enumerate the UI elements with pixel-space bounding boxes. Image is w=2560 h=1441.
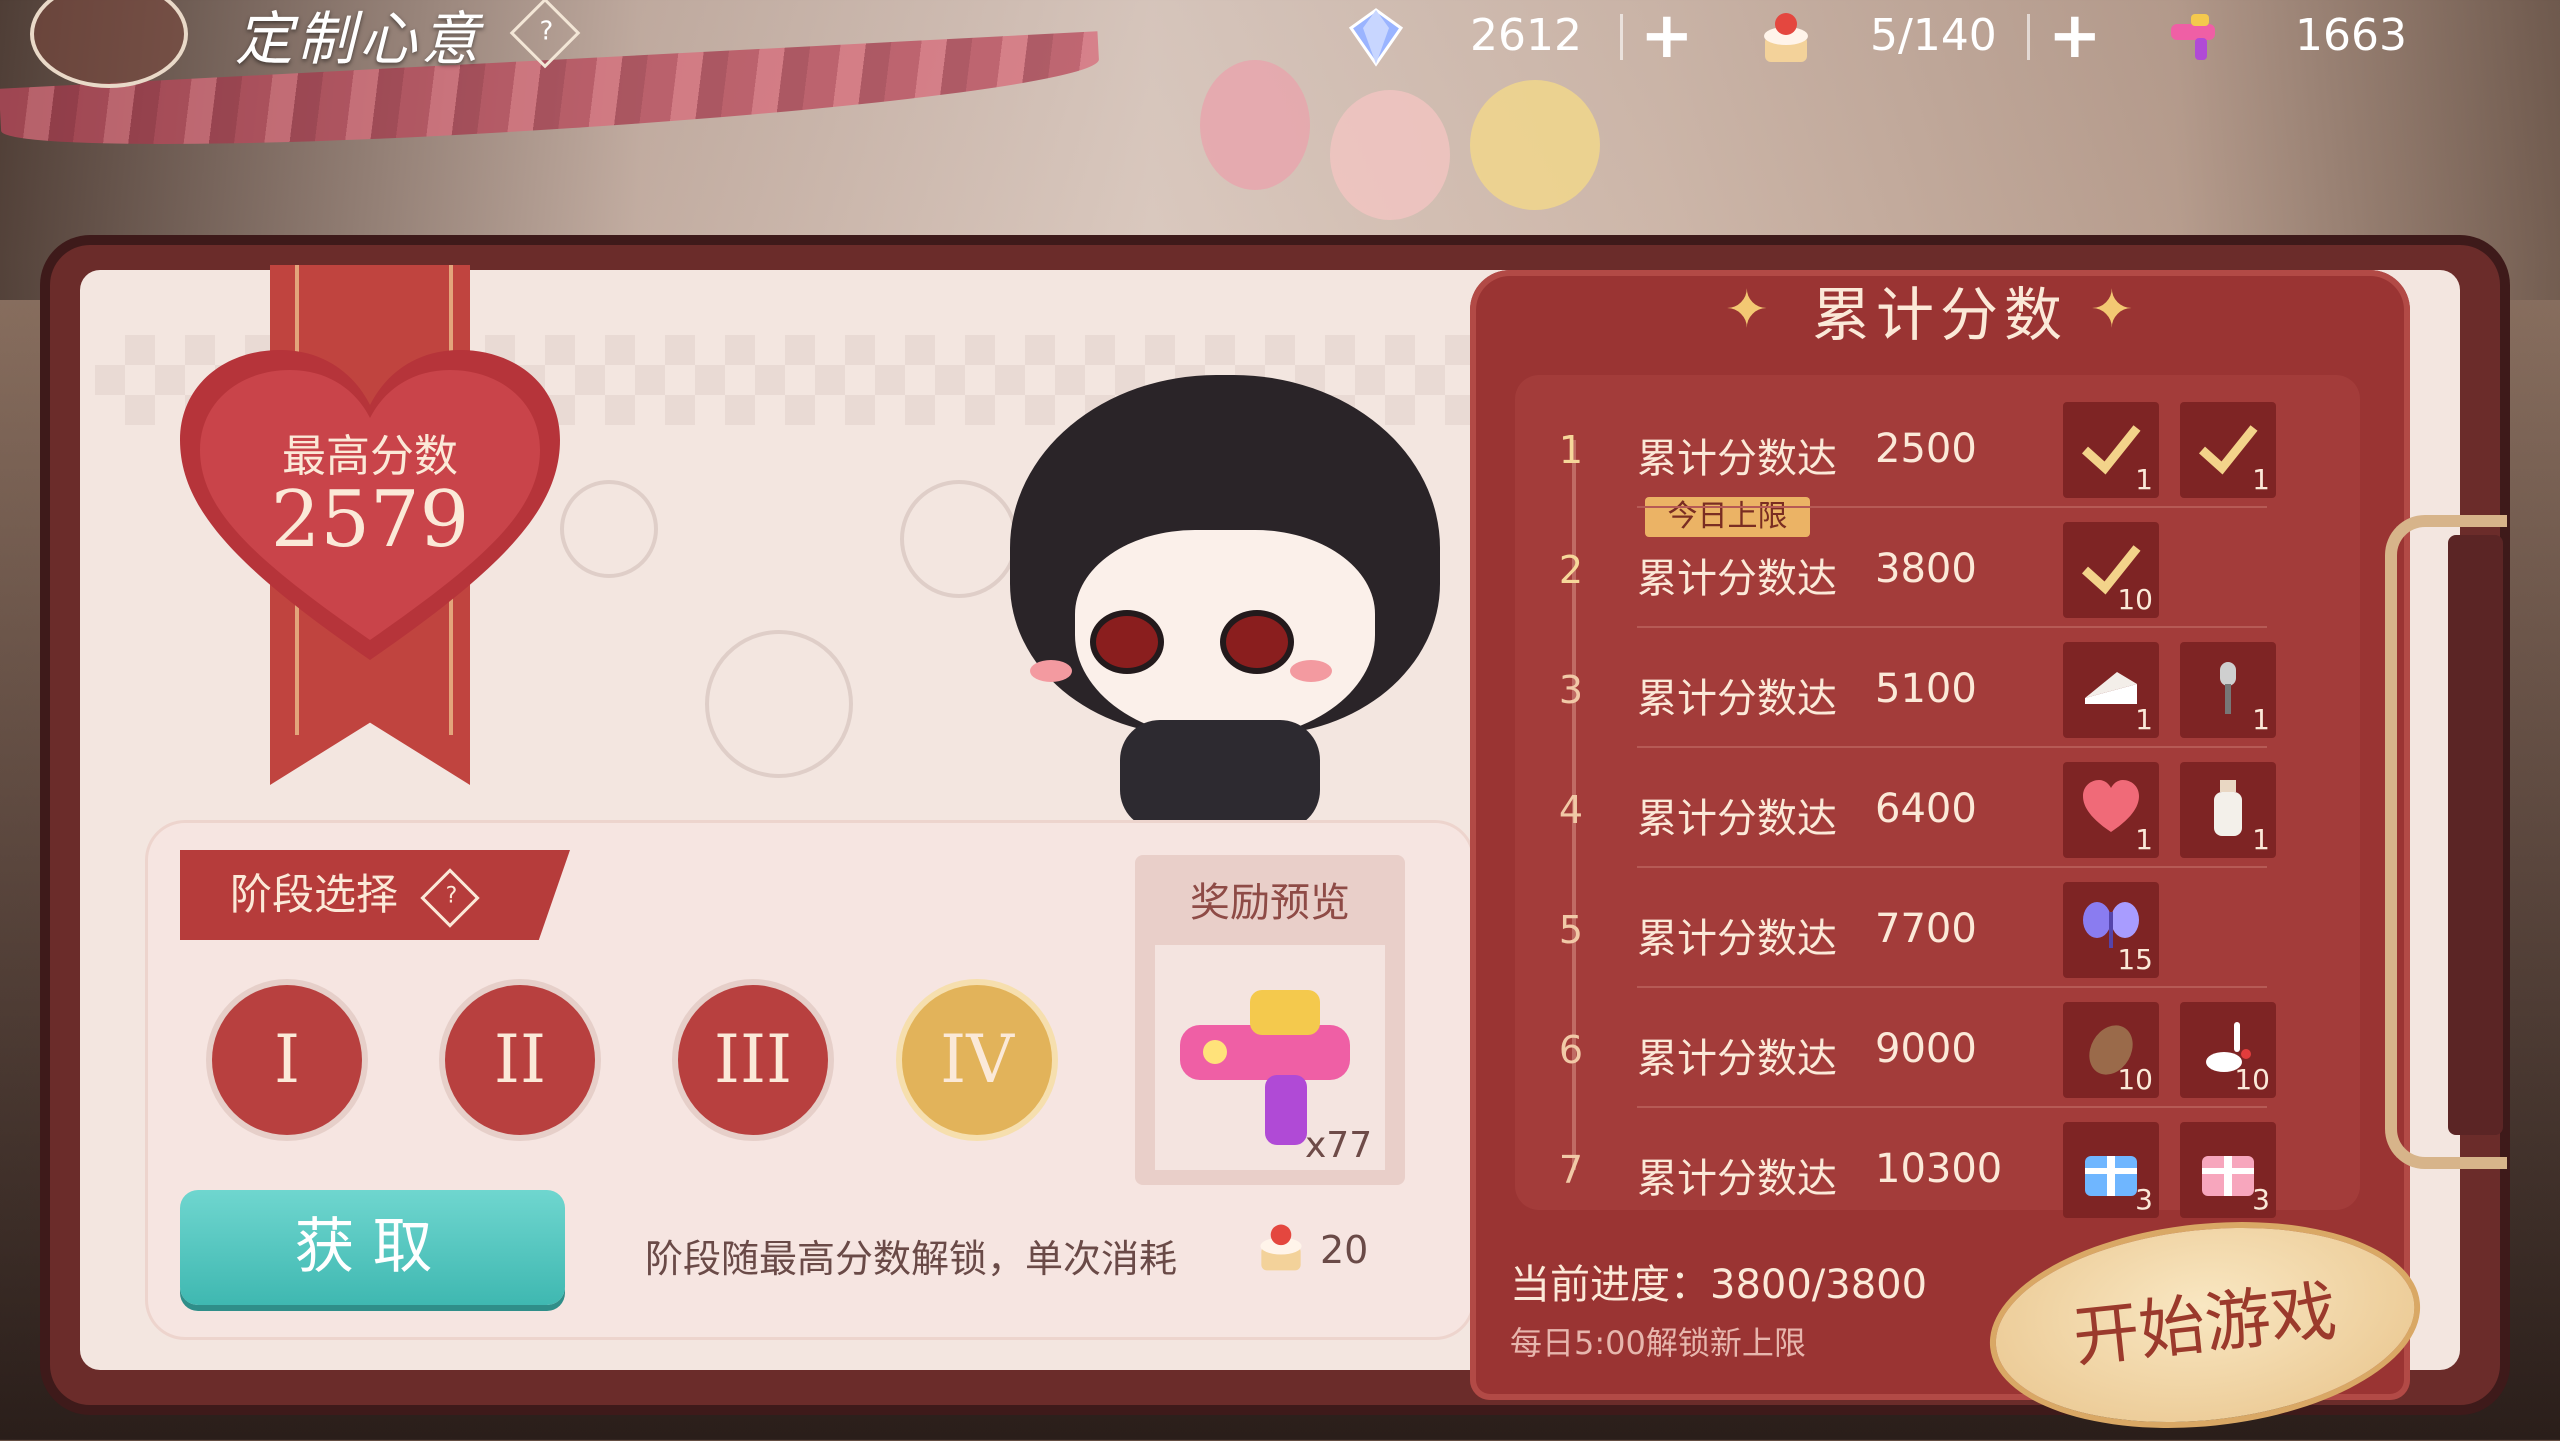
stage-note: 阶段随最高分数解锁，单次消耗	[645, 1237, 1178, 1281]
milestone-row: 2 累计分数达 3800 10	[1515, 510, 2360, 630]
reward-tile[interactable]: 15	[2063, 882, 2159, 978]
stage-button-3[interactable]: III	[678, 985, 828, 1135]
row-divider	[1637, 626, 2267, 628]
reward-preview-count: x77	[1305, 1125, 1373, 1166]
milestone-number: 7	[1558, 1148, 1584, 1192]
row-divider	[1637, 506, 2267, 508]
milestone-label: 累计分数达	[1637, 916, 1837, 962]
background-balloon	[1330, 90, 1450, 220]
milestone-number: 3	[1558, 668, 1584, 712]
progress-value: 3800/3800	[1710, 1262, 1928, 1308]
add-diamond-button[interactable]: +	[1640, 0, 1694, 72]
milestone-value: 3800	[1875, 546, 1977, 592]
character-blush-right	[1290, 660, 1332, 682]
milestone-label: 累计分数达	[1637, 556, 1837, 602]
help-icon[interactable]: ?	[509, 0, 581, 69]
milestone-value: 9000	[1875, 1026, 1977, 1072]
reward-tile[interactable]: 1	[2180, 762, 2276, 858]
top-bar: 定制心意 ? 2612 + 5/140 + 1663	[0, 0, 2560, 88]
stage-title: 阶段选择 ?	[180, 850, 570, 940]
milestone-label: 累计分数达	[1637, 676, 1837, 722]
milestone-number: 5	[1558, 908, 1584, 952]
diamond-icon	[1348, 8, 1404, 67]
milestone-value: 10300	[1875, 1146, 2003, 1192]
reward-tile[interactable]: 1	[2063, 642, 2159, 738]
milestone-number: 2	[1558, 548, 1584, 592]
progress-text: 当前进度：3800/3800	[1510, 1252, 1927, 1310]
reward-tile[interactable]: 10	[2063, 522, 2159, 618]
milestone-label: 累计分数达	[1637, 1156, 1837, 1202]
water-gun-count: 1663	[2295, 10, 2407, 61]
row-divider	[1637, 866, 2267, 868]
milestone-value: 5100	[1875, 666, 1977, 712]
page-title: 定制心意	[235, 5, 484, 73]
best-score-value: 2579	[270, 475, 470, 565]
water-gun-icon	[2171, 14, 2215, 60]
milestone-label: 累计分数达	[1637, 436, 1837, 482]
add-cake-button[interactable]: +	[2048, 0, 2102, 72]
milestone-number: 4	[1558, 788, 1584, 832]
reward-tile[interactable]: 3	[2180, 1122, 2276, 1218]
cumulative-title: 累计分数	[1811, 281, 2068, 349]
stage-button-2[interactable]: II	[445, 985, 595, 1135]
reward-preview-title: 奖励预览	[1190, 880, 1350, 926]
butterfly-icon	[30, 0, 188, 88]
milestone-number: 1	[1558, 428, 1584, 472]
star-icon: ✦	[2090, 280, 2134, 340]
divider	[2027, 14, 2030, 60]
milestone-row: 7 累计分数达 10300 3 3	[1515, 1110, 2360, 1230]
milestone-value: 7700	[1875, 906, 1977, 952]
stage-button-4[interactable]: IV	[902, 985, 1052, 1135]
character-body	[1120, 720, 1320, 830]
character-eye-left	[1090, 610, 1164, 674]
cake-count: 5/140	[1870, 10, 1997, 61]
milestone-row: 1 累计分数达 2500 1 1	[1515, 390, 2360, 510]
cake-icon	[1260, 1224, 1302, 1271]
reward-tile[interactable]: 10	[2063, 1002, 2159, 1098]
progress-label: 当前进度：	[1510, 1262, 1710, 1308]
daily-unlock-note: 每日5:00解锁新上限	[1510, 1324, 1806, 1362]
milestone-row: 3 累计分数达 5100 1 1	[1515, 630, 2360, 750]
lollipop-doodle	[900, 480, 1018, 598]
milestone-label: 累计分数达	[1637, 1036, 1837, 1082]
row-divider	[1637, 986, 2267, 988]
stage-button-1[interactable]: I	[212, 985, 362, 1135]
diamond-count: 2612	[1470, 10, 1582, 61]
milestone-value: 6400	[1875, 786, 1977, 832]
row-divider	[1637, 1106, 2267, 1108]
milestone-row: 5 累计分数达 7700 15	[1515, 870, 2360, 990]
divider	[1620, 14, 1623, 60]
milestone-value: 2500	[1875, 426, 1977, 472]
character-eye-right	[1220, 610, 1294, 674]
reward-tile[interactable]: 1	[2180, 402, 2276, 498]
milestone-number: 6	[1558, 1028, 1584, 1072]
milestone-row: 4 累计分数达 6400 1 1	[1515, 750, 2360, 870]
reward-tile[interactable]: 1	[2063, 402, 2159, 498]
donut-doodle	[705, 630, 853, 778]
obtain-button[interactable]: 获取	[180, 1190, 565, 1305]
milestone-label: 累计分数达	[1637, 796, 1837, 842]
reward-tile[interactable]: 1	[2180, 642, 2276, 738]
star-icon: ✦	[1725, 280, 1769, 340]
character-blush-left	[1030, 660, 1072, 682]
background-balloon	[1470, 80, 1600, 210]
book-spine	[2448, 535, 2503, 1135]
reward-tile[interactable]: 3	[2063, 1122, 2159, 1218]
cake-icon	[1764, 13, 1808, 62]
ice-cream-doodle	[560, 480, 658, 578]
reward-tile[interactable]: 1	[2063, 762, 2159, 858]
stage-help-icon[interactable]: ?	[420, 867, 481, 928]
reward-tile[interactable]: 10	[2180, 1002, 2276, 1098]
row-divider	[1637, 746, 2267, 748]
milestone-row: 6 累计分数达 9000 10 10	[1515, 990, 2360, 1110]
stage-cost: 20	[1320, 1228, 1369, 1272]
